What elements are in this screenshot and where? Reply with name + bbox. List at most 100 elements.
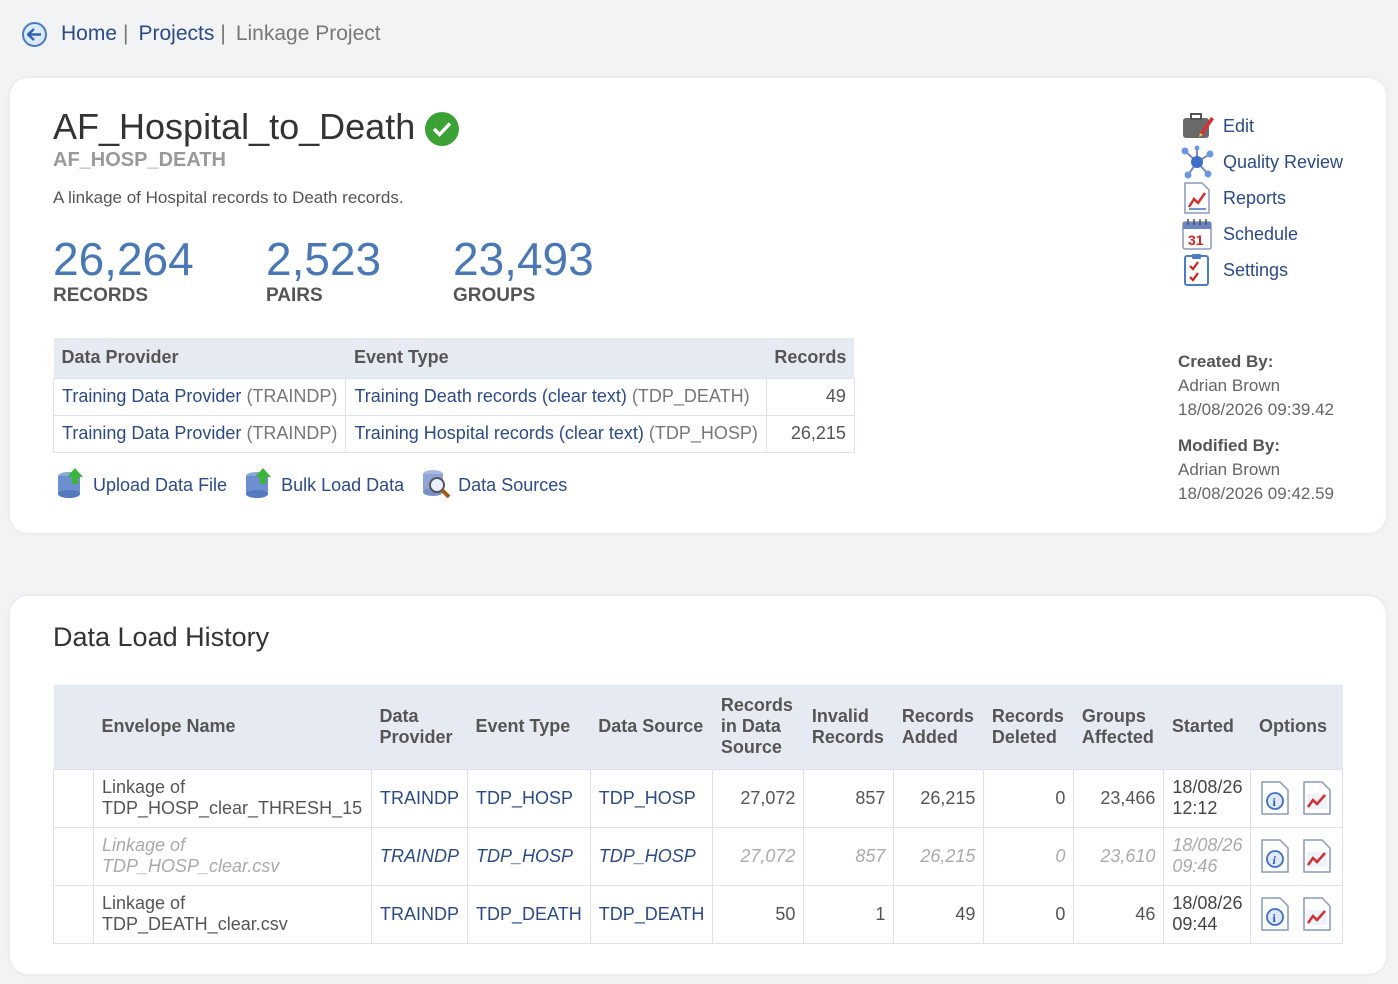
bulk-load-data-label: Bulk Load Data xyxy=(281,475,405,495)
options-cell: i xyxy=(1250,768,1343,828)
menu-item-edit[interactable]: Edit xyxy=(1180,108,1343,144)
stat-value: 23,493 xyxy=(453,233,594,285)
options-cell: i xyxy=(1250,826,1343,886)
menu-item-label: Schedule xyxy=(1223,223,1299,244)
records-deleted-cell: 0 xyxy=(983,826,1075,886)
invalid-records-cell: 1 xyxy=(803,884,895,944)
upload-data-file-button[interactable]: Upload Data File xyxy=(55,466,227,505)
provider-link[interactable]: Training Data Provider xyxy=(62,386,241,406)
started-date: 18/08/26 xyxy=(1172,777,1243,797)
calendar-icon: 31 xyxy=(1180,217,1214,251)
database-bulk-upload-icon xyxy=(243,466,275,505)
upload-data-file-label: Upload Data File xyxy=(93,475,228,495)
envelope-name-cell: Linkage of TDP_HOSP_clear_THRESH_15 xyxy=(93,768,372,828)
started-date: 18/08/26 xyxy=(1172,893,1243,913)
event-type-link[interactable]: TDP_HOSP xyxy=(467,768,591,828)
data-sources-label: Data Sources xyxy=(458,475,568,495)
table-row: Training Data Provider (TRAINDP) Trainin… xyxy=(52,377,855,416)
provider-cell: Training Data Provider (TRAINDP) xyxy=(52,414,347,453)
column-header-records-in-source: Records in Data Source xyxy=(712,685,804,769)
row-spacer xyxy=(53,768,94,828)
records-cell: 26,215 xyxy=(765,414,855,453)
data-provider-link[interactable]: TRAINDP xyxy=(370,768,469,828)
event-code: (TDP_HOSP) xyxy=(648,423,758,443)
audit-info: Created By: Adrian Brown 18/08/2026 09:3… xyxy=(1178,350,1334,506)
checklist-icon xyxy=(1180,253,1214,287)
breadcrumb-separator: | xyxy=(220,22,226,45)
info-document-icon[interactable]: i xyxy=(1259,780,1291,816)
bulk-load-data-button[interactable]: Bulk Load Data xyxy=(243,466,404,505)
row-spacer xyxy=(53,826,94,886)
event-type-link[interactable]: Training Hospital records (clear text) xyxy=(354,423,643,443)
records-deleted-cell: 0 xyxy=(983,884,1075,944)
data-source-link[interactable]: TDP_HOSP xyxy=(589,826,714,886)
column-header-data-provider: Data Provider xyxy=(371,685,468,769)
created-by-label: Created By: xyxy=(1178,352,1274,371)
groups-affected-cell: 23,610 xyxy=(1073,826,1165,886)
started-date: 18/08/26 xyxy=(1172,835,1243,855)
stat-pairs: 2,523 PAIRS xyxy=(266,233,381,307)
menu-item-label: Settings xyxy=(1223,259,1289,280)
menu-item-settings[interactable]: Settings xyxy=(1180,252,1343,288)
svg-text:31: 31 xyxy=(1188,232,1204,248)
data-load-history-table: Envelope Name Data Provider Event Type D… xyxy=(53,685,1343,944)
event-type-link[interactable]: TDP_DEATH xyxy=(467,884,591,944)
records-cell: 49 xyxy=(765,377,855,416)
row-spacer xyxy=(53,884,94,944)
started-time: 09:46 xyxy=(1172,856,1218,876)
column-header-groups-affected: Groups Affected xyxy=(1073,685,1164,769)
groups-affected-cell: 46 xyxy=(1073,884,1165,944)
column-header-event-type: Event Type xyxy=(345,338,767,378)
modified-by-user: Adrian Brown xyxy=(1178,460,1281,479)
data-sources-button[interactable]: Data Sources xyxy=(420,466,567,505)
report-chart-icon[interactable] xyxy=(1301,896,1333,932)
event-type-link[interactable]: Training Death records (clear text) xyxy=(354,386,626,406)
back-arrow-icon[interactable] xyxy=(22,21,47,47)
data-source-link[interactable]: TDP_HOSP xyxy=(589,768,714,828)
report-chart-icon xyxy=(1180,181,1214,215)
records-in-source-cell: 27,072 xyxy=(712,826,805,886)
info-document-icon[interactable]: i xyxy=(1259,838,1291,874)
data-provider-link[interactable]: TRAINDP xyxy=(370,884,469,944)
envelope-name-cell: Linkage of TDP_HOSP_clear.csv xyxy=(93,826,372,886)
table-row: Training Data Provider (TRAINDP) Trainin… xyxy=(52,414,855,453)
event-code: (TDP_DEATH) xyxy=(631,386,750,406)
envelope-name-line: TDP_HOSP_clear.csv xyxy=(102,856,280,876)
provider-link[interactable]: Training Data Provider xyxy=(62,423,241,443)
menu-item-reports[interactable]: Reports xyxy=(1180,180,1343,216)
info-document-icon[interactable]: i xyxy=(1259,896,1291,932)
menu-item-quality-review[interactable]: Quality Review xyxy=(1180,144,1343,180)
report-chart-icon[interactable] xyxy=(1301,780,1333,816)
table-row: Linkage of TDP_HOSP_clear.csv TRAINDP TDP… xyxy=(53,826,1343,886)
stat-groups: 23,493 GROUPS xyxy=(453,233,594,307)
created-at: 18/08/2026 09:39.42 xyxy=(1178,400,1334,419)
table-row: Linkage of TDP_DEATH_clear.csv TRAINDP TD… xyxy=(53,884,1343,944)
database-search-icon xyxy=(420,466,452,505)
stat-label: PAIRS xyxy=(266,285,323,306)
stat-value: 26,264 xyxy=(53,233,194,285)
data-provider-link[interactable]: TRAINDP xyxy=(370,826,469,886)
provider-cell: Training Data Provider (TRAINDP) xyxy=(52,377,347,416)
column-header-event-type: Event Type xyxy=(467,685,591,769)
breadcrumb-projects-link[interactable]: Projects xyxy=(139,22,215,46)
menu-item-label: Reports xyxy=(1223,187,1287,208)
envelope-name-line: TDP_DEATH_clear.csv xyxy=(102,914,288,934)
breadcrumb-home-link[interactable]: Home xyxy=(61,22,117,46)
breadcrumb: Home | Projects | Linkage Project xyxy=(22,18,381,50)
column-header-select xyxy=(53,685,94,769)
check-circle-icon xyxy=(425,112,460,146)
column-header-records: Records xyxy=(766,338,855,378)
data-source-link[interactable]: TDP_DEATH xyxy=(589,884,714,944)
event-type-link[interactable]: TDP_HOSP xyxy=(467,826,591,886)
report-chart-icon[interactable] xyxy=(1301,838,1333,874)
menu-item-schedule[interactable]: 31 Schedule xyxy=(1180,216,1343,252)
invalid-records-cell: 857 xyxy=(803,768,895,828)
envelope-name-line: Linkage of xyxy=(102,835,186,855)
started-time: 12:12 xyxy=(1172,798,1218,818)
records-in-source-cell: 50 xyxy=(712,884,805,944)
briefcase-edit-icon xyxy=(1180,109,1214,143)
envelope-name-line: TDP_HOSP_clear_THRESH_15 xyxy=(102,798,363,818)
column-header-invalid-records: Invalid Records xyxy=(803,685,894,769)
envelope-name-cell: Linkage of TDP_DEATH_clear.csv xyxy=(93,884,372,944)
database-upload-icon xyxy=(55,466,87,505)
